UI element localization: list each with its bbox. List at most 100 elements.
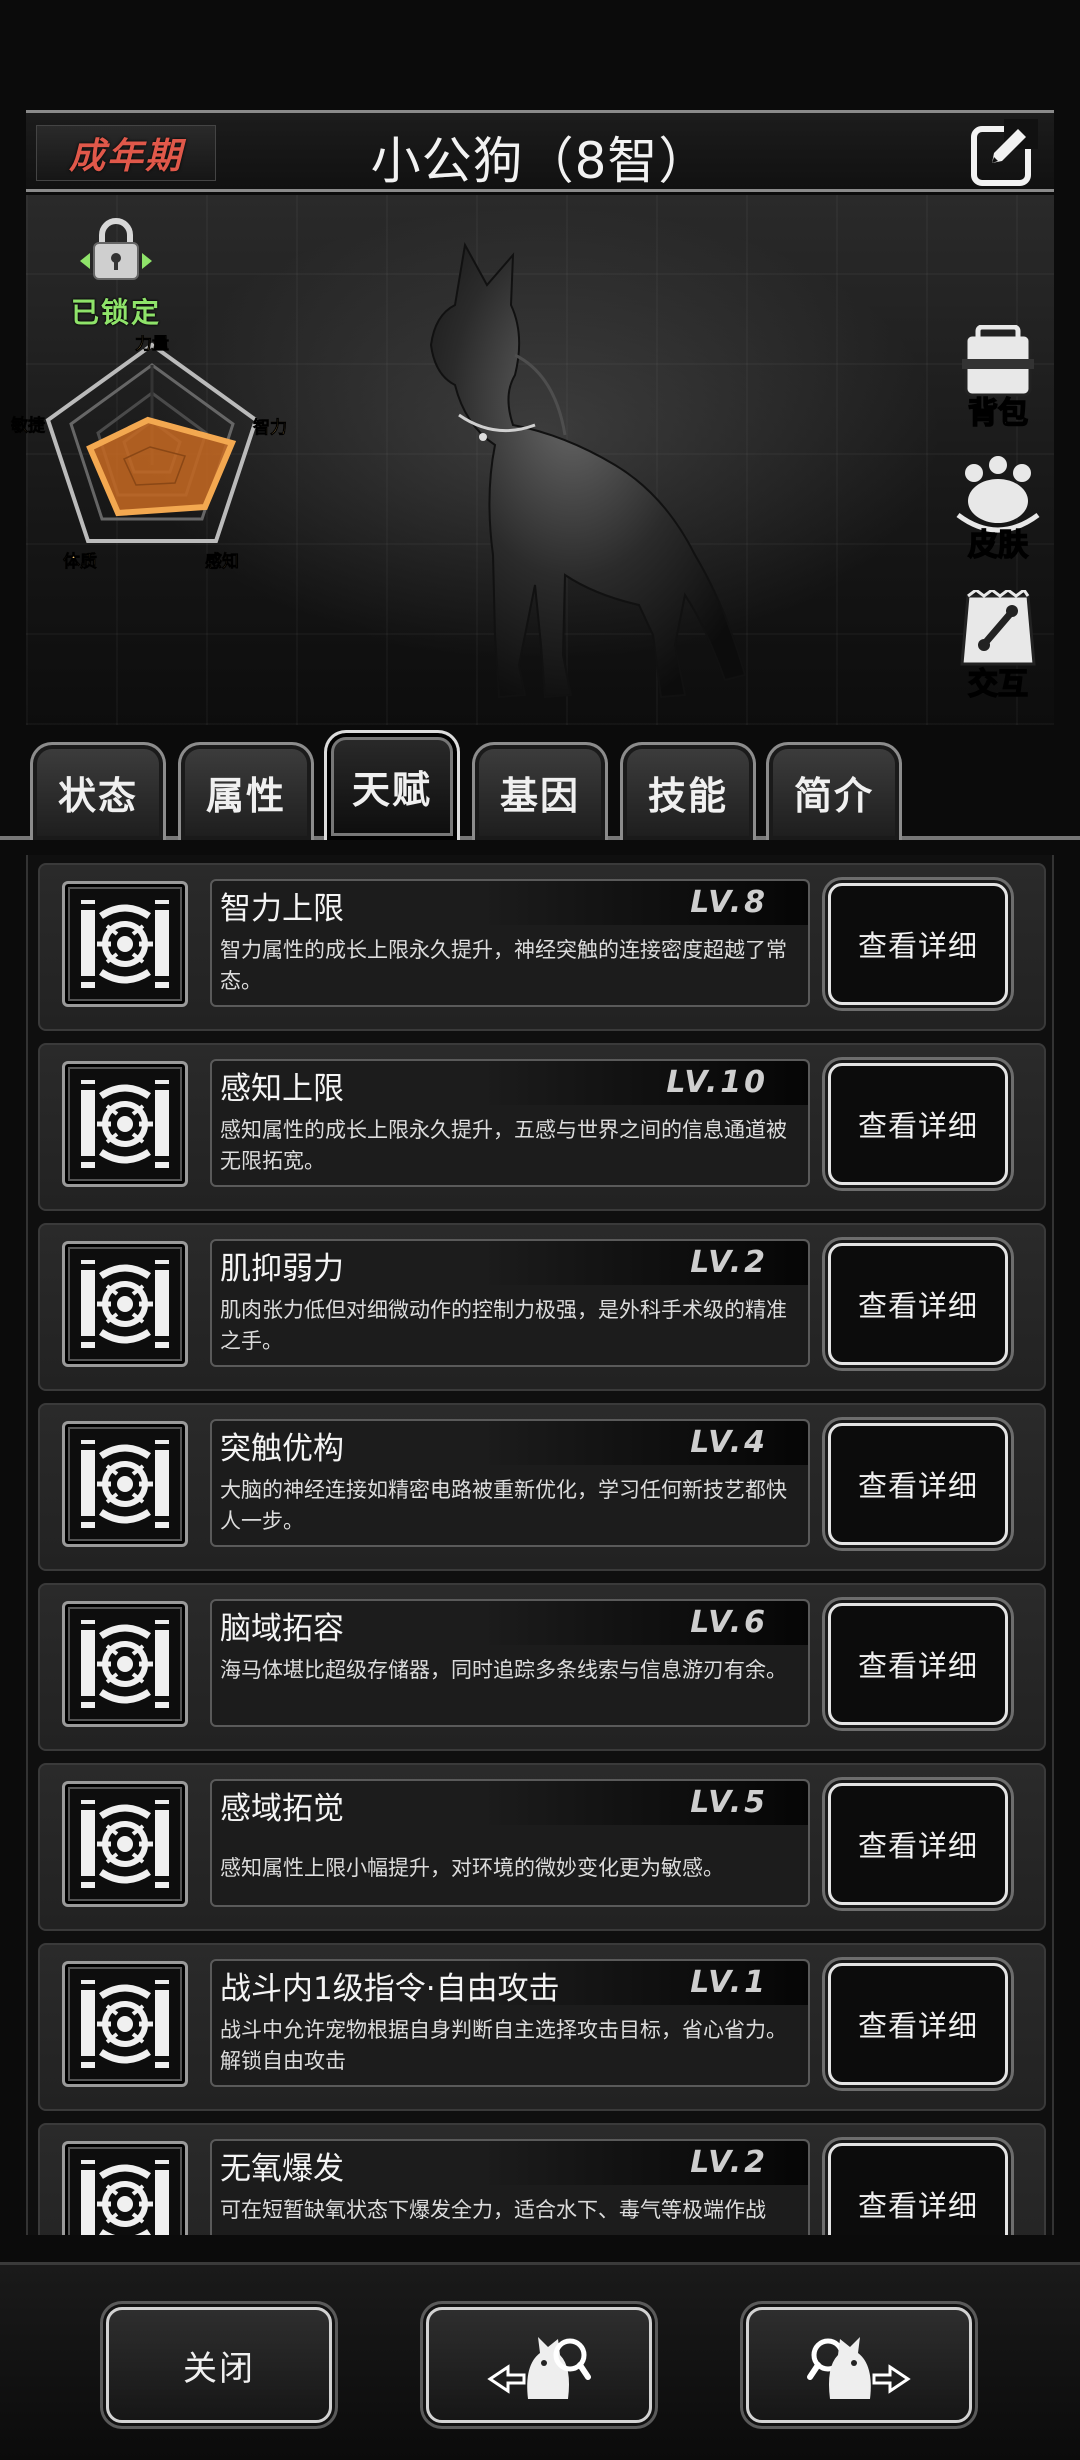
- talent-level: LV.6: [690, 1605, 768, 1640]
- bottom-action-bar: 关闭: [0, 2262, 1080, 2460]
- talent-row: 智力上限 LV.8 智力属性的成长上限永久提升，神经突触的连接密度超越了常态。 …: [38, 863, 1046, 1031]
- tab-skills[interactable]: 技能: [620, 742, 756, 840]
- view-detail-button[interactable]: 查看详细: [828, 1603, 1008, 1725]
- next-pet-icon: [807, 2337, 911, 2399]
- talent-row: 感知上限 LV.10 感知属性的成长上限永久提升，五感与世界之间的信息通道被无限…: [38, 1043, 1046, 1211]
- radar-label-strength: 力量: [135, 335, 169, 354]
- talent-rune-icon: [81, 1620, 169, 1708]
- edit-name-button[interactable]: [968, 119, 1038, 189]
- tab-status[interactable]: 状态: [30, 742, 166, 840]
- talent-icon: [62, 881, 188, 1007]
- radar-label-intelligence: 智力: [253, 417, 287, 438]
- view-detail-button[interactable]: 查看详细: [828, 1783, 1008, 1905]
- talent-icon: [62, 1601, 188, 1727]
- talent-title: 感知上限: [220, 1071, 344, 1107]
- talent-level: LV.5: [690, 1785, 768, 1820]
- bag-label: 背包: [968, 396, 1028, 431]
- talent-level: LV.2: [690, 1245, 768, 1280]
- radar-label-perception: 感知: [205, 551, 239, 572]
- close-button[interactable]: 关闭: [106, 2307, 332, 2423]
- talent-level: LV.2: [690, 2145, 768, 2180]
- radar-label-agility: 敏捷: [10, 415, 46, 436]
- talent-description: 感知属性上限小幅提升，对环境的微妙变化更为敏感。: [220, 1856, 724, 1880]
- talent-icon: [62, 1241, 188, 1367]
- skin-label: 皮肤: [968, 528, 1029, 563]
- tab-intro[interactable]: 简介: [766, 742, 902, 840]
- talent-row: 脑域拓容 LV.6 海马体堪比超级存储器，同时追踪多条线索与信息游刃有余。 查看…: [38, 1583, 1046, 1751]
- tab-genes[interactable]: 基因: [472, 742, 608, 840]
- talent-icon: [62, 1061, 188, 1187]
- previous-pet-icon: [487, 2337, 591, 2399]
- lock-icon: [80, 218, 152, 280]
- talent-rune-icon: [81, 1800, 169, 1888]
- talent-title: 突触优构: [220, 1431, 344, 1467]
- skin-button[interactable]: 皮肤: [948, 455, 1048, 564]
- talent-title: 脑域拓容: [220, 1611, 344, 1647]
- talent-description: 大脑的神经连接如精密电路被重新优化，学习任何新技艺都快人一步。: [220, 1478, 787, 1533]
- talent-card: 战斗内1级指令·自由攻击 LV.1 战斗中允许宠物根据自身判断自主选择攻击目标，…: [210, 1959, 810, 2087]
- talent-card: 智力上限 LV.8 智力属性的成长上限永久提升，神经突触的连接密度超越了常态。: [210, 879, 810, 1007]
- previous-pet-button[interactable]: [426, 2307, 652, 2423]
- view-detail-button[interactable]: 查看详细: [828, 1063, 1008, 1185]
- talent-level: LV.1: [690, 1965, 768, 2000]
- view-detail-button[interactable]: 查看详细: [828, 1423, 1008, 1545]
- talent-icon: [62, 1421, 188, 1547]
- talent-description: 智力属性的成长上限永久提升，神经突触的连接密度超越了常态。: [220, 938, 787, 993]
- talent-icon: [62, 2141, 188, 2235]
- talent-rune-icon: [81, 900, 169, 988]
- talent-list[interactable]: 智力上限 LV.8 智力属性的成长上限永久提升，神经突触的连接密度超越了常态。 …: [26, 855, 1054, 2235]
- talent-row: 战斗内1级指令·自由攻击 LV.1 战斗中允许宠物根据自身判断自主选择攻击目标，…: [38, 1943, 1046, 2111]
- treat-bag-icon: 交互: [960, 587, 1036, 703]
- tab-talents[interactable]: 天赋: [324, 730, 460, 840]
- talent-title: 战斗内1级指令·自由攻击: [220, 1971, 560, 2007]
- talent-icon: [62, 1961, 188, 2087]
- radar-value-polygon: [86, 416, 237, 517]
- talent-title: 感域拓觉: [220, 1791, 344, 1827]
- talent-row: 肌抑弱力 LV.2 肌肉张力低但对细微动作的控制力极强，是外科手术级的精准之手。…: [38, 1223, 1046, 1391]
- radar-label-constitution: 体质: [63, 551, 97, 572]
- talent-description: 战斗中允许宠物根据自身判断自主选择攻击目标，省心省力。解锁自由攻击: [220, 2018, 787, 2073]
- talent-description: 可在短暂缺氧状态下爆发全力，适合水下、毒气等极端作战: [220, 2198, 766, 2222]
- talent-title: 肌抑弱力: [220, 1251, 344, 1287]
- talent-rune-icon: [81, 1980, 169, 2068]
- talent-level: LV.10: [666, 1065, 768, 1100]
- talent-level: LV.8: [690, 885, 768, 920]
- talent-card: 感域拓觉 LV.5 感知属性上限小幅提升，对环境的微妙变化更为敏感。: [210, 1779, 810, 1907]
- title-bar: 成年期 小公狗（8智）: [26, 110, 1054, 192]
- interact-label: 交互: [968, 667, 1028, 698]
- talent-description: 肌肉张力低但对细微动作的控制力极强，是外科手术级的精准之手。: [220, 1298, 787, 1353]
- growth-stage-badge: 成年期: [36, 125, 216, 181]
- talent-icon: [62, 1781, 188, 1907]
- talent-card: 脑域拓容 LV.6 海马体堪比超级存储器，同时追踪多条线索与信息游刃有余。: [210, 1599, 810, 1727]
- talent-rune-icon: [81, 1440, 169, 1528]
- view-detail-button[interactable]: 查看详细: [828, 883, 1008, 1005]
- talent-card: 无氧爆发 LV.2 可在短暂缺氧状态下爆发全力，适合水下、毒气等极端作战: [210, 2139, 810, 2235]
- paw-icon: 皮肤: [956, 456, 1040, 564]
- talent-rune-icon: [81, 1260, 169, 1348]
- next-pet-button[interactable]: [746, 2307, 972, 2423]
- talent-row: 无氧爆发 LV.2 可在短暂缺氧状态下爆发全力，适合水下、毒气等极端作战 查看详…: [38, 2123, 1046, 2235]
- lock-toggle[interactable]: 已锁定: [56, 215, 176, 331]
- bag-icon: 背包: [962, 324, 1034, 432]
- talent-rune-icon: [81, 1080, 169, 1168]
- pet-doberman-image: [429, 241, 747, 699]
- talent-level: LV.4: [690, 1425, 768, 1460]
- talent-description: 海马体堪比超级存储器，同时追踪多条线索与信息游刃有余。: [220, 1658, 787, 1682]
- attribute-radar-chart: 力量 智力 感知 体质 敏捷: [10, 335, 288, 572]
- talent-title: 无氧爆发: [220, 2151, 344, 2187]
- edit-icon: [971, 119, 1038, 186]
- talent-card: 肌抑弱力 LV.2 肌肉张力低但对细微动作的控制力极强，是外科手术级的精准之手。: [210, 1239, 810, 1367]
- talent-description: 感知属性的成长上限永久提升，五感与世界之间的信息通道被无限拓宽。: [220, 1118, 787, 1173]
- bag-button[interactable]: 背包: [948, 324, 1048, 433]
- interact-button[interactable]: 交互: [948, 587, 1048, 703]
- view-detail-button[interactable]: 查看详细: [828, 1963, 1008, 2085]
- talent-card: 感知上限 LV.10 感知属性的成长上限永久提升，五感与世界之间的信息通道被无限…: [210, 1059, 810, 1187]
- lock-status-label: 已锁定: [70, 296, 161, 329]
- tab-attributes[interactable]: 属性: [178, 742, 314, 840]
- talent-row: 突触优构 LV.4 大脑的神经连接如精密电路被重新优化，学习任何新技艺都快人一步…: [38, 1403, 1046, 1571]
- talent-title: 智力上限: [220, 891, 344, 927]
- talent-card: 突触优构 LV.4 大脑的神经连接如精密电路被重新优化，学习任何新技艺都快人一步…: [210, 1419, 810, 1547]
- view-detail-button[interactable]: 查看详细: [828, 1243, 1008, 1365]
- talent-row: 感域拓觉 LV.5 感知属性上限小幅提升，对环境的微妙变化更为敏感。 查看详细: [38, 1763, 1046, 1931]
- view-detail-button[interactable]: 查看详细: [828, 2143, 1008, 2235]
